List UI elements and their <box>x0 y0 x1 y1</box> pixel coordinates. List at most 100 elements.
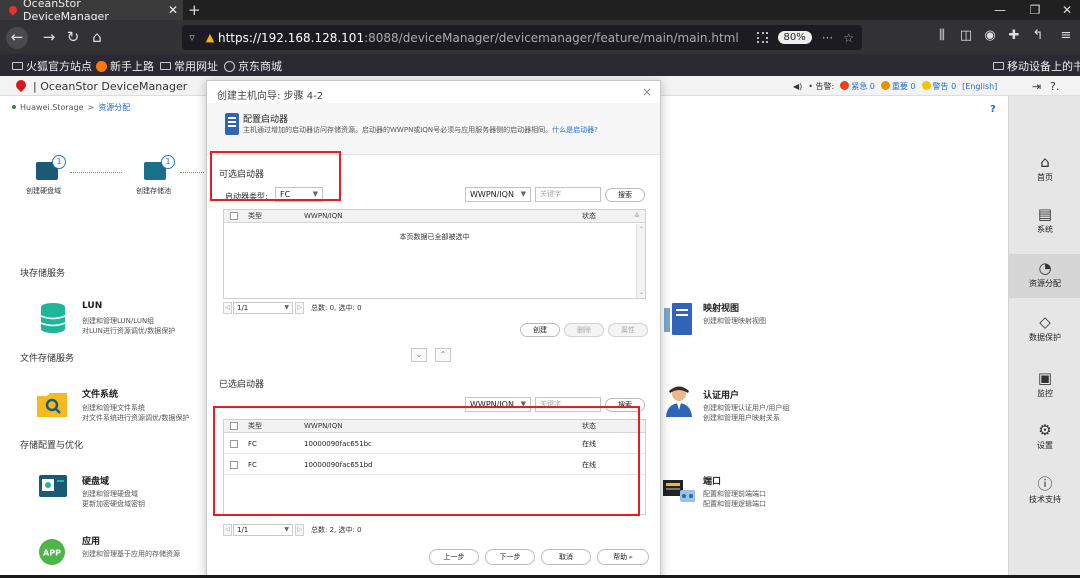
select-all-checkbox[interactable] <box>230 212 238 220</box>
language-switch[interactable]: [English] <box>962 82 997 91</box>
new-tab-button[interactable]: + <box>188 1 201 19</box>
next-step-button[interactable]: 下一步 <box>485 549 535 565</box>
page-select[interactable]: 1/1 ▼ <box>233 524 293 536</box>
next-page-icon[interactable]: ▷ <box>295 524 304 536</box>
column-wwpn[interactable]: WWPN/IQN <box>304 420 342 433</box>
bookmark-star-icon[interactable]: ☆ <box>843 31 854 45</box>
sidebar-item-monitor[interactable]: ▣ 监控 <box>1009 370 1080 406</box>
back-button[interactable]: ← <box>6 27 28 49</box>
bookmark-common-sites[interactable]: 常用网址 <box>160 58 218 74</box>
delete-initiator-button[interactable]: 删除 <box>564 323 604 337</box>
page-actions-icon[interactable]: ··· <box>822 31 833 45</box>
page-help-icon[interactable]: ? <box>990 104 996 115</box>
initiator-type-select[interactable]: FC ▼ <box>275 187 323 202</box>
column-wwpn[interactable]: WWPN/IQN <box>304 210 342 223</box>
url-text[interactable]: https://192.168.128.101:8088/deviceManag… <box>218 31 757 45</box>
browser-tab[interactable]: OceanStor DeviceManager ✕ <box>0 0 183 23</box>
sidebar-toggle-icon[interactable]: ◫ <box>956 28 976 46</box>
library-icon[interactable]: ⫼ <box>932 28 952 46</box>
move-up-button[interactable]: ⌃ <box>435 348 451 362</box>
qr-code-icon[interactable] <box>756 32 768 43</box>
forward-button[interactable]: → <box>38 28 60 48</box>
column-status[interactable]: 状态 <box>582 420 596 433</box>
close-window-button[interactable]: ✕ <box>1052 0 1080 20</box>
alarm-warning[interactable]: 警告 0 <box>921 81 956 92</box>
initiator-properties-button[interactable]: 属性 <box>608 323 648 337</box>
database-icon[interactable] <box>40 302 66 334</box>
home-button[interactable]: ⌂ <box>86 28 108 48</box>
mapping-view-icon[interactable] <box>664 302 694 336</box>
service-lun[interactable]: LUN <box>82 301 102 311</box>
bookmark-jd[interactable]: 京东商城 <box>224 58 282 74</box>
disk-domain-icon[interactable] <box>38 473 68 499</box>
sidebar-item-support[interactable]: ⓘ 技术支持 <box>1009 476 1080 512</box>
previous-step-button[interactable]: 上一步 <box>429 549 479 565</box>
service-auth-user[interactable]: 认证用户 <box>703 388 739 401</box>
prev-page-icon[interactable]: ◁ <box>223 302 232 314</box>
cancel-button[interactable]: 取消 <box>541 549 591 565</box>
service-port[interactable]: 端口 <box>703 474 721 487</box>
column-type[interactable]: 类型 <box>248 210 262 223</box>
what-is-initiator-link[interactable]: 什么是启动器? <box>552 126 598 134</box>
minimize-button[interactable]: — <box>985 0 1015 20</box>
service-mapping-view[interactable]: 映射视图 <box>703 301 739 314</box>
available-search-field-select[interactable]: WWPN/IQN ▼ <box>465 187 531 202</box>
help-icon[interactable]: ?. <box>1050 80 1059 93</box>
account-icon[interactable]: ◉ <box>980 28 1000 46</box>
logout-icon[interactable]: ⇥ <box>1032 80 1041 93</box>
sidebar-item-provisioning[interactable]: ◔ 资源分配 <box>1009 254 1080 298</box>
move-down-button[interactable]: ⌄ <box>411 348 427 362</box>
scroll-up-icon[interactable]: ⌃ <box>638 226 645 233</box>
speaker-icon[interactable]: ◀) <box>793 82 802 91</box>
service-disk-domain[interactable]: 硬盘域 <box>82 474 109 487</box>
alarm-major[interactable]: 重要 0 <box>880 81 916 92</box>
alarm-critical[interactable]: 紧急 0 <box>840 81 875 92</box>
bookmark-firefox-site[interactable]: 火狐官方站点 <box>12 58 92 74</box>
service-file-system[interactable]: 文件系统 <box>82 387 118 400</box>
service-app[interactable]: 应用 <box>82 534 100 547</box>
sidebar-item-home[interactable]: ⌂ 首页 <box>1009 154 1080 190</box>
scroll-down-icon[interactable]: ⌄ <box>638 289 645 296</box>
folder-search-icon[interactable] <box>36 390 68 418</box>
restore-button[interactable]: ❐ <box>1020 0 1050 20</box>
row-checkbox[interactable] <box>230 440 238 448</box>
breadcrumb-current[interactable]: 资源分配 <box>98 102 130 113</box>
breadcrumb-root[interactable]: Huawei.Storage <box>20 103 84 112</box>
column-menu-icon[interactable]: ≚ <box>634 210 640 223</box>
row-checkbox[interactable] <box>230 461 238 469</box>
app-icon[interactable]: APP <box>38 538 66 566</box>
flow-step-storage-pool[interactable]: 创建存储池 <box>136 186 171 196</box>
port-icon[interactable] <box>662 476 696 504</box>
help-button[interactable]: 帮助 ▸ <box>597 549 649 565</box>
bookmark-getting-started[interactable]: 新手上路 <box>96 58 154 74</box>
reload-button[interactable]: ↻ <box>62 28 84 48</box>
flow-step-disk-domain[interactable]: 创建硬盘域 <box>26 186 61 196</box>
prev-page-icon[interactable]: ◁ <box>223 524 232 536</box>
selected-search-field-select[interactable]: WWPN/IQN ▼ <box>465 397 531 412</box>
url-bar[interactable]: ▿ ▲ https://192.168.128.101:8088/deviceM… <box>182 25 862 50</box>
next-page-icon[interactable]: ▷ <box>295 302 304 314</box>
table-row[interactable]: FC 10000090fac651bd 在线 <box>224 455 645 475</box>
bookmark-mobile[interactable]: 移动设备上的书签 <box>993 58 1080 74</box>
page-select[interactable]: 1/1 ▼ <box>233 302 293 314</box>
tab-close-icon[interactable]: ✕ <box>163 3 183 17</box>
dialog-close-button[interactable]: × <box>642 85 652 99</box>
extensions-icon[interactable]: ✚ <box>1004 28 1024 46</box>
zoom-level[interactable]: 80% <box>777 31 812 44</box>
available-search-input[interactable]: 关键字 <box>535 187 601 202</box>
share-icon[interactable]: ↰ <box>1028 28 1048 46</box>
table-row[interactable]: FC 10000090fac651bc 在线 <box>224 434 645 454</box>
table-scrollbar[interactable]: ⌃ ⌄ <box>636 224 645 298</box>
sidebar-item-system[interactable]: ▤ 系统 <box>1009 206 1080 242</box>
sidebar-item-settings[interactable]: ⚙ 设置 <box>1009 422 1080 458</box>
selected-search-input[interactable]: 关键字 <box>535 397 601 412</box>
create-initiator-button[interactable]: 创建 <box>520 323 560 337</box>
column-type[interactable]: 类型 <box>248 420 262 433</box>
selected-search-button[interactable]: 搜索 <box>605 398 645 412</box>
sidebar-item-data-protection[interactable]: ◇ 数据保护 <box>1009 314 1080 350</box>
menu-icon[interactable]: ≡ <box>1056 28 1076 46</box>
select-all-checkbox[interactable] <box>230 422 238 430</box>
user-icon[interactable] <box>664 384 694 418</box>
column-status[interactable]: 状态 <box>582 210 596 223</box>
available-search-button[interactable]: 搜索 <box>605 188 645 202</box>
